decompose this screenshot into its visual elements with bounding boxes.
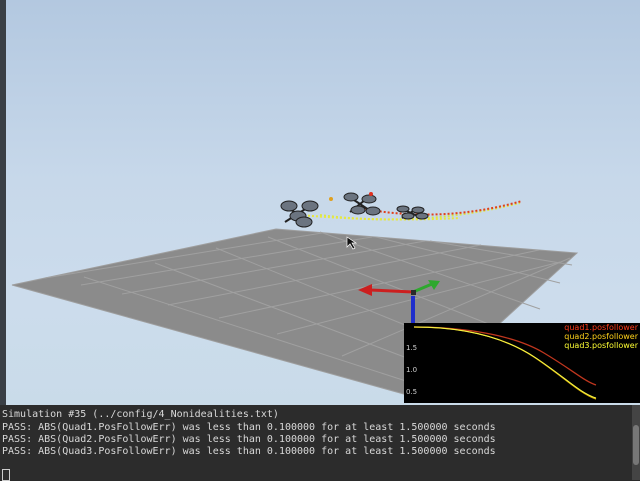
tick-label: 1.0: [406, 366, 418, 374]
simulator-viewport[interactable]: 1.5 1.0 0.5 quad1.posfollower quad2.posf…: [0, 0, 640, 405]
legend-quad3: quad3.posfollower: [564, 341, 638, 350]
console-scrollbar-thumb[interactable]: [633, 425, 639, 465]
quad2-drone: [343, 192, 381, 216]
console-line: PASS: ABS(Quad2.PosFollowErr) was less t…: [2, 434, 496, 445]
target-marker-1: [329, 197, 333, 201]
legend-quad2: quad2.posfollower: [564, 332, 638, 341]
console-output[interactable]: Simulation #35 (../config/4_Nonidealitie…: [0, 405, 640, 480]
console-input-cursor[interactable]: [2, 469, 10, 481]
quad3-drone: [396, 205, 429, 220]
quad1-drone: [280, 200, 319, 228]
legend-quad1: quad1.posfollower: [564, 323, 638, 332]
console-line: PASS: ABS(Quad3.PosFollowErr) was less t…: [2, 446, 496, 457]
tick-label: 0.5: [406, 388, 418, 396]
console-line: Simulation #35 (../config/4_Nonidealitie…: [2, 409, 279, 420]
left-edge-strip: [0, 0, 6, 405]
tick-label: 1.5: [406, 344, 418, 352]
console-line: PASS: ABS(Quad1.PosFollowErr) was less t…: [2, 422, 496, 433]
target-marker-2: [369, 192, 373, 196]
pos-follow-error-plot: 1.5 1.0 0.5 quad1.posfollower quad2.posf…: [404, 323, 640, 403]
